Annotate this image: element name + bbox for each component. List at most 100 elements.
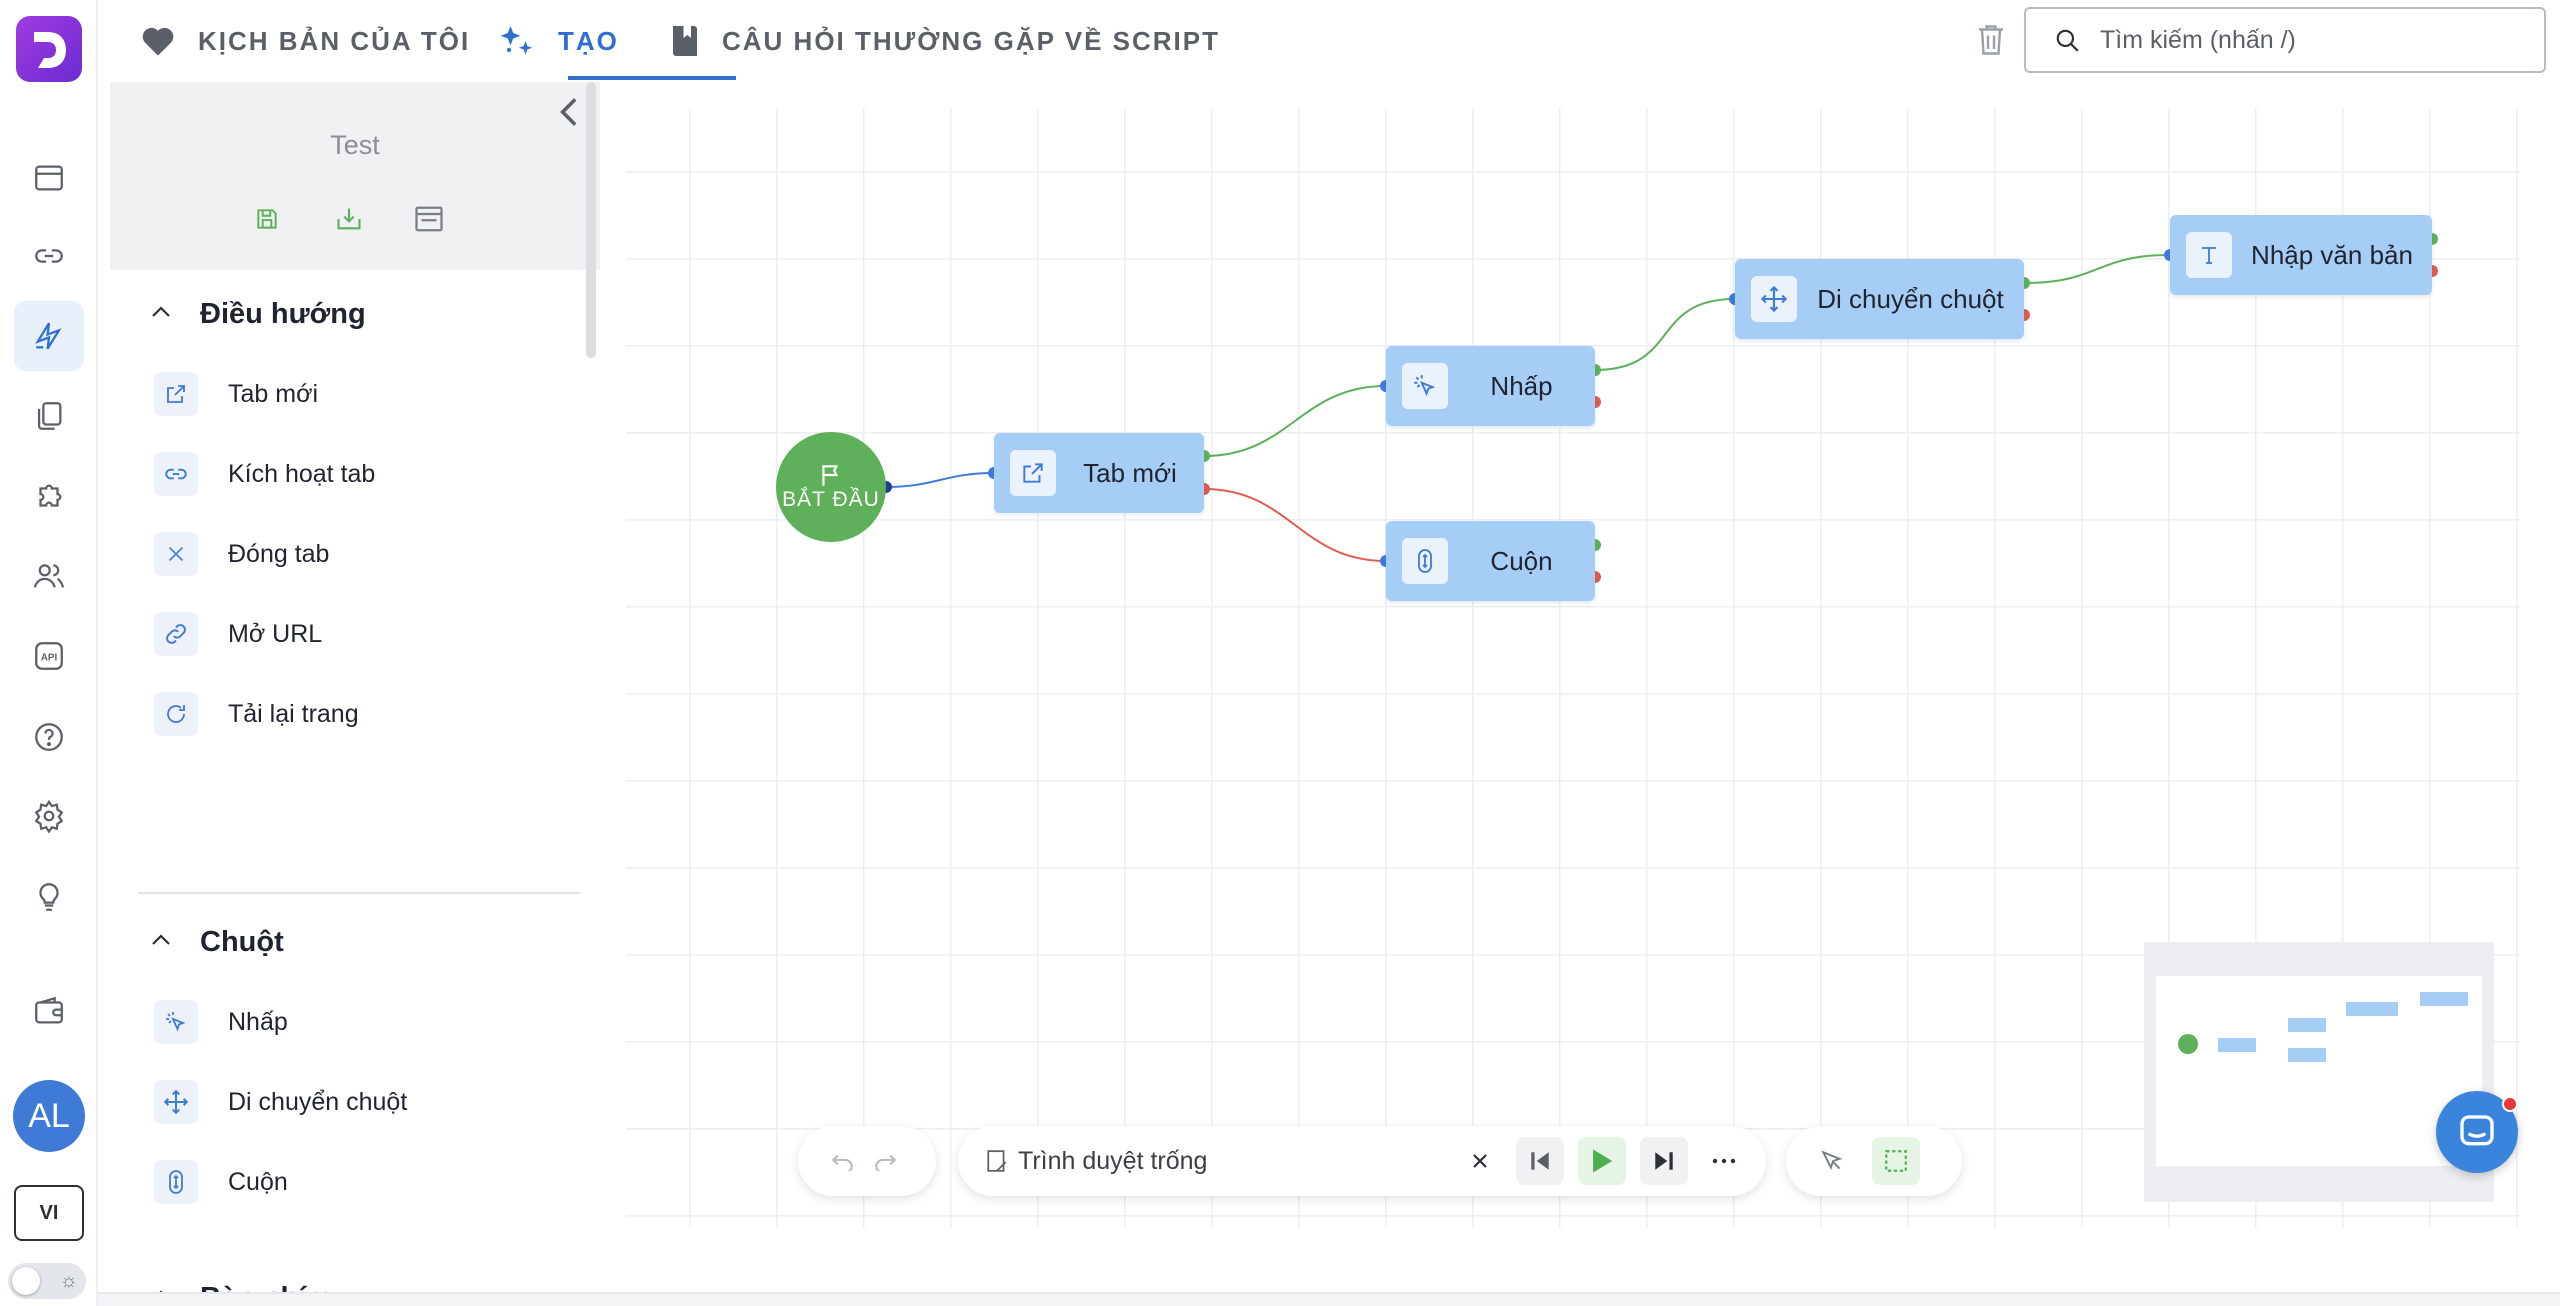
- start-label: BẮT ĐẦU: [782, 488, 880, 511]
- node-scroll[interactable]: Cuộn: [1386, 521, 1595, 601]
- scroll-icon: [1402, 538, 1448, 584]
- trash-icon: [1979, 25, 2003, 55]
- sparkles-icon: [500, 23, 536, 59]
- toggle-knob: [12, 1267, 40, 1295]
- click-icon: [1402, 363, 1448, 409]
- minimap-node: [2218, 1038, 2256, 1052]
- more-options-button[interactable]: [1700, 1137, 1748, 1185]
- close-icon: [154, 532, 198, 576]
- move-icon: [1751, 276, 1797, 322]
- rail-ideas-button[interactable]: [14, 862, 84, 932]
- skip-back-icon: [1531, 1152, 1549, 1170]
- section-mouse-header[interactable]: Chuột: [128, 902, 580, 982]
- block-item-close-tab[interactable]: Đóng tab: [128, 522, 580, 586]
- redo-button[interactable]: [864, 1137, 908, 1185]
- block-item-click[interactable]: Nhấp: [128, 990, 580, 1054]
- rail-team-button[interactable]: [14, 541, 84, 611]
- users-icon: [33, 564, 65, 588]
- start-node[interactable]: BẮT ĐẦU: [776, 432, 886, 542]
- collapse-panel-button[interactable]: [556, 94, 580, 135]
- rail-extensions-button[interactable]: [14, 462, 84, 532]
- puzzle-icon: [39, 484, 62, 507]
- clear-browser-button[interactable]: [1456, 1137, 1504, 1185]
- minimap[interactable]: [2144, 942, 2494, 1202]
- api-icon: API: [35, 642, 63, 670]
- chat-icon: [2460, 1115, 2494, 1146]
- bulb-icon: [39, 883, 59, 911]
- flag-icon: [822, 465, 839, 486]
- status-bar: [98, 1292, 2560, 1306]
- tab-script-faq[interactable]: CÂU HỎI THƯỜNG GẶP VỀ SCRIPT: [670, 0, 1220, 82]
- undo-button[interactable]: [820, 1137, 864, 1185]
- section-divider: [138, 892, 580, 894]
- node-move-mouse[interactable]: Di chuyển chuột: [1735, 259, 2024, 339]
- block-item-new-tab[interactable]: Tab mới: [128, 362, 580, 426]
- block-item-label: Đóng tab: [228, 539, 330, 568]
- pointer-tool-button[interactable]: [1808, 1137, 1856, 1185]
- block-item-label: Kích hoạt tab: [228, 459, 376, 488]
- node-type-text[interactable]: Nhập văn bản: [2170, 215, 2432, 295]
- chat-unread-dot: [2502, 1096, 2518, 1112]
- node-click[interactable]: Nhấp: [1386, 346, 1595, 426]
- avatar[interactable]: AL: [13, 1080, 85, 1152]
- select-area-button[interactable]: [1872, 1137, 1920, 1185]
- node-new-tab[interactable]: Tab mới: [994, 433, 1204, 513]
- browser-label[interactable]: Trình duyệt trống: [1018, 1147, 1438, 1176]
- rail-workflow-button[interactable]: [14, 301, 84, 371]
- export-button[interactable]: [330, 200, 368, 238]
- scroll-icon: [154, 1160, 198, 1204]
- panel-scrollbar[interactable]: [586, 82, 596, 358]
- more-icon: [1712, 1158, 1736, 1164]
- minimap-node: [2288, 1018, 2326, 1032]
- rail-link-button[interactable]: [14, 221, 84, 291]
- node-label: Di chuyển chuột: [1817, 283, 2004, 314]
- section-navigation-header[interactable]: Điều hướng: [128, 274, 580, 354]
- help-icon: [35, 723, 63, 751]
- tab-label: KỊCH BẢN CỦA TÔI: [198, 25, 471, 56]
- heart-icon: [140, 25, 176, 57]
- block-item-activate-tab[interactable]: Kích hoạt tab: [128, 442, 580, 506]
- rail-browser-button[interactable]: [14, 143, 84, 213]
- minimap-node: [2346, 1002, 2398, 1016]
- step-forward-button[interactable]: [1640, 1137, 1688, 1185]
- block-item-reload-page[interactable]: Tải lại trang: [128, 682, 580, 746]
- node-label: Cuộn: [1490, 545, 1553, 576]
- skip-forward-icon: [1655, 1152, 1673, 1170]
- block-item-label: Cuộn: [228, 1167, 288, 1196]
- minimap-start-node: [2178, 1034, 2198, 1054]
- external-link-icon: [154, 372, 198, 416]
- close-icon: [1473, 1154, 1487, 1168]
- block-item-scroll[interactable]: Cuộn: [128, 1150, 580, 1214]
- text-icon: [2186, 232, 2232, 278]
- trash-button[interactable]: [1976, 22, 2006, 63]
- play-icon: [1593, 1149, 1613, 1173]
- properties-button[interactable]: [410, 200, 448, 238]
- block-item-label: Tải lại trang: [228, 699, 359, 728]
- tab-my-scripts[interactable]: KỊCH BẢN CỦA TÔI: [140, 0, 470, 82]
- run-button[interactable]: [1578, 1137, 1626, 1185]
- rail-wallet-button[interactable]: [14, 976, 84, 1046]
- rail-copy-button[interactable]: [14, 381, 84, 451]
- search-input[interactable]: Tìm kiếm (nhấn /): [2024, 7, 2546, 73]
- tab-label: CÂU HỎI THƯỜNG GẶP VỀ SCRIPT: [722, 25, 1220, 56]
- block-item-label: Tab mới: [228, 379, 319, 408]
- language-switch[interactable]: VI: [14, 1185, 84, 1241]
- minimap-node: [2288, 1048, 2326, 1062]
- sun-icon: ☼: [59, 1270, 78, 1292]
- theme-toggle[interactable]: ☼: [8, 1263, 86, 1299]
- copy-icon: [37, 402, 62, 430]
- block-item-open-url[interactable]: Mở URL: [128, 602, 580, 666]
- pointer-icon: [1821, 1150, 1843, 1171]
- redo-icon: [875, 1154, 897, 1171]
- app-logo[interactable]: [16, 16, 82, 82]
- tab-create[interactable]: TẠO: [500, 0, 619, 82]
- save-button[interactable]: [248, 200, 286, 238]
- rail-settings-button[interactable]: [14, 781, 84, 851]
- select-area-icon: [1885, 1150, 1907, 1172]
- section-title: Chuột: [200, 925, 284, 958]
- step-back-button[interactable]: [1516, 1137, 1564, 1185]
- click-icon: [154, 1000, 198, 1044]
- block-item-move-mouse[interactable]: Di chuyển chuột: [128, 1070, 580, 1134]
- rail-help-button[interactable]: [14, 702, 84, 772]
- rail-api-button[interactable]: API: [14, 621, 84, 691]
